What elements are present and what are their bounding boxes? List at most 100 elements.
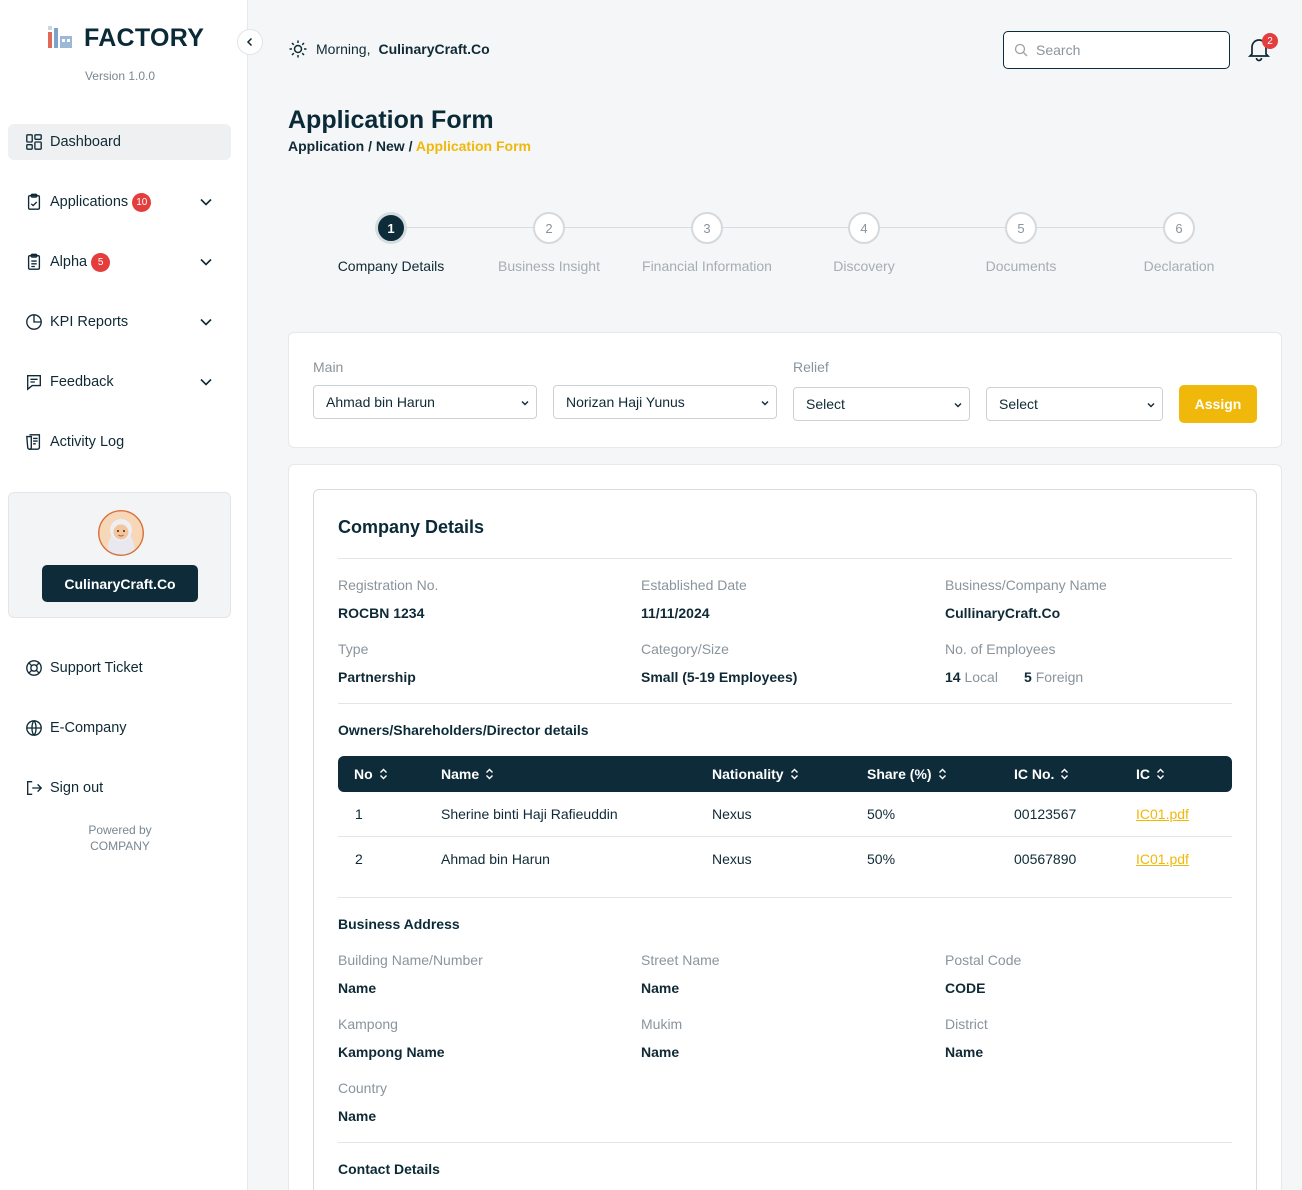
divider (338, 558, 1232, 559)
sort-icon (379, 768, 387, 780)
relief-officer-select-2[interactable]: Select (986, 387, 1163, 421)
street-value: Name (641, 980, 680, 996)
sort-icon (486, 768, 494, 780)
globe-icon (24, 718, 44, 738)
sidebar-item-sign-out[interactable]: Sign out (8, 770, 231, 806)
sidebar-item-support-ticket[interactable]: Support Ticket (8, 650, 231, 686)
postal-value: CODE (945, 980, 986, 996)
cell-ic-no: 00123567 (1014, 806, 1077, 822)
column-header-ic[interactable]: IC (1136, 766, 1165, 782)
column-header-no[interactable]: No (354, 766, 388, 782)
sidebar: FACTORY Version 1.0.0 Dashboard Applicat… (0, 0, 248, 1190)
count-badge: 10 (132, 192, 152, 212)
step-label: Documents (985, 258, 1057, 274)
sidebar-item-alpha[interactable]: Alpha 5 (8, 244, 231, 280)
column-header-name[interactable]: Name (441, 766, 494, 782)
cell-share: 50% (867, 851, 896, 867)
column-header-share[interactable]: Share (%) (867, 766, 947, 782)
assign-button[interactable]: Assign (1179, 385, 1257, 423)
step-declaration[interactable]: 6 Declaration (1099, 212, 1259, 274)
search-box[interactable] (1003, 31, 1230, 69)
brand-name: FACTORY (84, 24, 205, 52)
employees-foreign-label: Foreign (1035, 669, 1084, 685)
sidebar-item-kpi-reports[interactable]: KPI Reports (8, 304, 231, 340)
greeting-org: CulinaryCraft.Co (378, 41, 490, 57)
avatar[interactable] (98, 510, 144, 556)
employees-local-label: Local (964, 669, 998, 685)
chevron-left-icon (246, 37, 253, 47)
column-header-nationality[interactable]: Nationality (712, 766, 799, 782)
chevron-down-icon (761, 401, 769, 406)
employees-local-count: 14 (945, 669, 961, 685)
cell-ic-no: 00567890 (1014, 851, 1077, 867)
relief-officer-select-1[interactable]: Select (793, 387, 970, 421)
step-number: 6 (1163, 212, 1195, 244)
registration-label: Registration No. (338, 577, 439, 593)
row-divider (338, 836, 1232, 837)
sidebar-item-e-company[interactable]: E-Company (8, 710, 231, 746)
lifebuoy-icon (24, 658, 44, 678)
mukim-label: Mukim (641, 1016, 683, 1032)
greeting: Morning, CulinaryCraft.Co (288, 39, 490, 59)
sidebar-item-feedback[interactable]: Feedback (8, 364, 231, 400)
step-discovery[interactable]: 4 Discovery (784, 212, 944, 274)
divider (338, 1142, 1232, 1143)
chevron-down-icon[interactable] (197, 193, 215, 211)
page-title: Application Form (288, 106, 494, 134)
step-company-details[interactable]: 1 Company Details (311, 212, 471, 274)
chevron-down-icon[interactable] (197, 253, 215, 271)
clipboard-list-icon (24, 252, 44, 272)
section-title-company-details: Company Details (338, 517, 485, 537)
powered-by-company: COMPANY (90, 839, 150, 853)
ic-file-link[interactable]: IC01.pdf (1136, 851, 1189, 867)
building-value: Name (338, 980, 377, 996)
count-badge: 5 (91, 252, 111, 272)
country-value: Name (338, 1108, 377, 1124)
chevron-down-icon[interactable] (197, 373, 215, 391)
breadcrumb-application[interactable]: Application (288, 138, 364, 154)
greeting-text: Morning, (316, 41, 371, 57)
cell-no: 2 (355, 851, 363, 867)
address-title: Business Address (338, 916, 460, 932)
main-officer-select-1[interactable]: Ahmad bin Harun (313, 385, 537, 419)
step-documents[interactable]: 5 Documents (941, 212, 1101, 274)
sidebar-item-activity-log[interactable]: Activity Log (8, 424, 231, 460)
ic-file-link[interactable]: IC01.pdf (1136, 806, 1189, 822)
mukim-value: Name (641, 1044, 680, 1060)
notification-badge: 2 (1262, 33, 1278, 49)
chevron-down-icon[interactable] (197, 313, 215, 331)
country-label: Country (338, 1080, 388, 1096)
log-icon (24, 432, 44, 452)
search-input[interactable] (1036, 42, 1216, 58)
sidebar-item-applications[interactable]: Applications 10 (8, 184, 231, 220)
type-label: Type (338, 641, 369, 657)
sidebar-item-label: KPI Reports (50, 314, 129, 330)
category-value: Small (5-19 Employees) (641, 669, 798, 685)
collapse-sidebar-button[interactable] (237, 29, 263, 55)
breadcrumb-new[interactable]: New (376, 138, 405, 154)
owners-title: Owners/Shareholders/Director details (338, 722, 589, 738)
sidebar-item-label: Feedback (50, 374, 114, 390)
main-label: Main (313, 359, 344, 375)
category-label: Category/Size (641, 641, 729, 657)
step-financial-information[interactable]: 3 Financial Information (627, 212, 787, 274)
company-details-panel (313, 489, 1257, 1190)
sidebar-item-label: Sign out (50, 780, 104, 796)
notifications-button[interactable]: 2 (1246, 33, 1278, 64)
step-label: Declaration (1143, 258, 1215, 274)
main-officer-select-2[interactable]: Norizan Haji Yunus (553, 385, 777, 419)
employees-local: 14 Local (945, 669, 998, 685)
cell-nationality: Nexus (712, 806, 752, 822)
column-header-ic-no[interactable]: IC No. (1014, 766, 1069, 782)
sidebar-item-dashboard[interactable]: Dashboard (8, 124, 231, 160)
brand-logo[interactable]: FACTORY (46, 22, 204, 55)
sign-out-icon (24, 778, 44, 798)
select-value: Ahmad bin Harun (326, 394, 435, 410)
step-business-insight[interactable]: 2 Business Insight (469, 212, 629, 274)
employees-label: No. of Employees (945, 641, 1056, 657)
profile-button[interactable]: CulinaryCraft.Co (42, 565, 198, 602)
cell-share: 50% (867, 806, 896, 822)
sidebar-item-label: Activity Log (50, 434, 125, 450)
pie-chart-icon (24, 312, 44, 332)
divider (338, 897, 1232, 898)
